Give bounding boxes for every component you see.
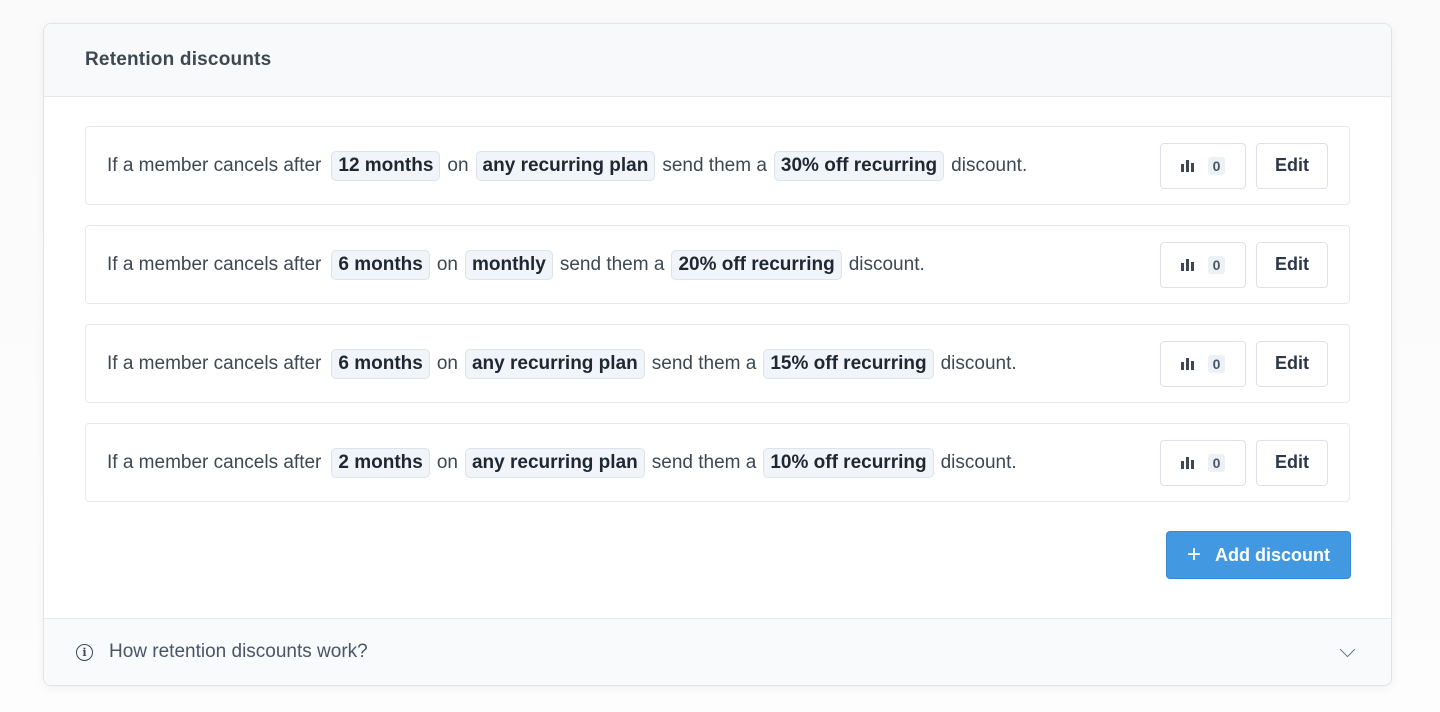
plus-icon: + xyxy=(1186,541,1201,568)
rule-on: on xyxy=(436,253,458,275)
rule-actions: 0 Edit xyxy=(1160,142,1328,189)
usage-count-badge: 0 xyxy=(1207,354,1226,373)
rule-actions: 0 Edit xyxy=(1160,340,1328,387)
discount-rule-row: If a member cancels after 2 months on an… xyxy=(85,423,1350,502)
how-it-works-toggle[interactable]: i How retention discounts work? xyxy=(44,618,1391,685)
chevron-down-icon[interactable] xyxy=(1339,641,1356,657)
bar-chart-icon xyxy=(1180,456,1194,469)
duration-pill: 2 months xyxy=(331,447,430,478)
stats-button[interactable]: 0 xyxy=(1160,439,1246,486)
discount-pill: 20% off recurring xyxy=(671,249,842,280)
discount-pill: 15% off recurring xyxy=(763,348,934,379)
rule-actions: 0 Edit xyxy=(1160,439,1328,486)
stats-button[interactable]: 0 xyxy=(1160,241,1246,288)
plan-pill: any recurring plan xyxy=(464,348,645,379)
add-discount-wrap: + Add discount xyxy=(1166,531,1351,579)
section-title: Retention discounts xyxy=(85,49,272,70)
plan-pill: any recurring plan xyxy=(464,447,645,478)
rule-prefix: If a member cancels after xyxy=(107,352,322,374)
duration-pill: 6 months xyxy=(331,249,430,280)
edit-button[interactable]: Edit xyxy=(1256,142,1328,189)
rule-suffix: discount. xyxy=(848,253,925,275)
rule-sentence: If a member cancels after 12 months on a… xyxy=(107,150,1160,181)
rule-sentence: If a member cancels after 6 months on mo… xyxy=(107,249,1160,280)
rule-send: send them a xyxy=(651,451,757,473)
rule-sentence: If a member cancels after 6 months on an… xyxy=(107,348,1160,379)
stats-button[interactable]: 0 xyxy=(1160,142,1246,189)
rule-on: on xyxy=(436,451,458,473)
plan-pill: monthly xyxy=(464,249,553,280)
rule-prefix: If a member cancels after xyxy=(107,451,322,473)
plan-pill: any recurring plan xyxy=(475,150,656,181)
duration-pill: 12 months xyxy=(331,150,441,181)
rule-suffix: discount. xyxy=(940,451,1017,473)
rule-send: send them a xyxy=(662,154,767,176)
add-discount-button[interactable]: + Add discount xyxy=(1166,531,1351,579)
bar-chart-icon xyxy=(1180,159,1194,172)
discount-rule-row: If a member cancels after 6 months on mo… xyxy=(85,225,1350,304)
info-icon: i xyxy=(76,643,93,661)
edit-button[interactable]: Edit xyxy=(1256,439,1328,486)
discount-pill: 30% off recurring xyxy=(773,150,945,181)
usage-count-badge: 0 xyxy=(1207,453,1226,472)
how-it-works-label: How retention discounts work? xyxy=(109,641,368,662)
rule-actions: 0 Edit xyxy=(1160,241,1328,288)
add-discount-label: Add discount xyxy=(1215,544,1330,565)
rule-prefix: If a member cancels after xyxy=(107,253,322,275)
rule-prefix: If a member cancels after xyxy=(107,154,322,176)
discount-rule-row: If a member cancels after 6 months on an… xyxy=(85,324,1350,403)
bar-chart-icon xyxy=(1180,357,1194,370)
rule-suffix: discount. xyxy=(940,352,1017,374)
rules-list: If a member cancels after 12 months on a… xyxy=(44,97,1391,619)
rule-on: on xyxy=(447,154,469,176)
stats-button[interactable]: 0 xyxy=(1160,340,1246,387)
page: Retention discounts If a member cancels … xyxy=(0,0,1440,712)
edit-button[interactable]: Edit xyxy=(1256,340,1328,387)
rule-suffix: discount. xyxy=(951,154,1028,176)
retention-discounts-card: Retention discounts If a member cancels … xyxy=(43,23,1392,686)
rule-sentence: If a member cancels after 2 months on an… xyxy=(107,447,1160,478)
discount-pill: 10% off recurring xyxy=(763,447,934,478)
bar-chart-icon xyxy=(1180,258,1194,271)
duration-pill: 6 months xyxy=(331,348,430,379)
rule-send: send them a xyxy=(651,352,757,374)
discount-rule-row: If a member cancels after 12 months on a… xyxy=(85,126,1350,205)
usage-count-badge: 0 xyxy=(1207,156,1226,175)
usage-count-badge: 0 xyxy=(1207,255,1226,274)
card-header: Retention discounts xyxy=(44,24,1391,97)
rule-on: on xyxy=(436,352,458,374)
edit-button[interactable]: Edit xyxy=(1256,241,1328,288)
rule-send: send them a xyxy=(559,253,665,275)
